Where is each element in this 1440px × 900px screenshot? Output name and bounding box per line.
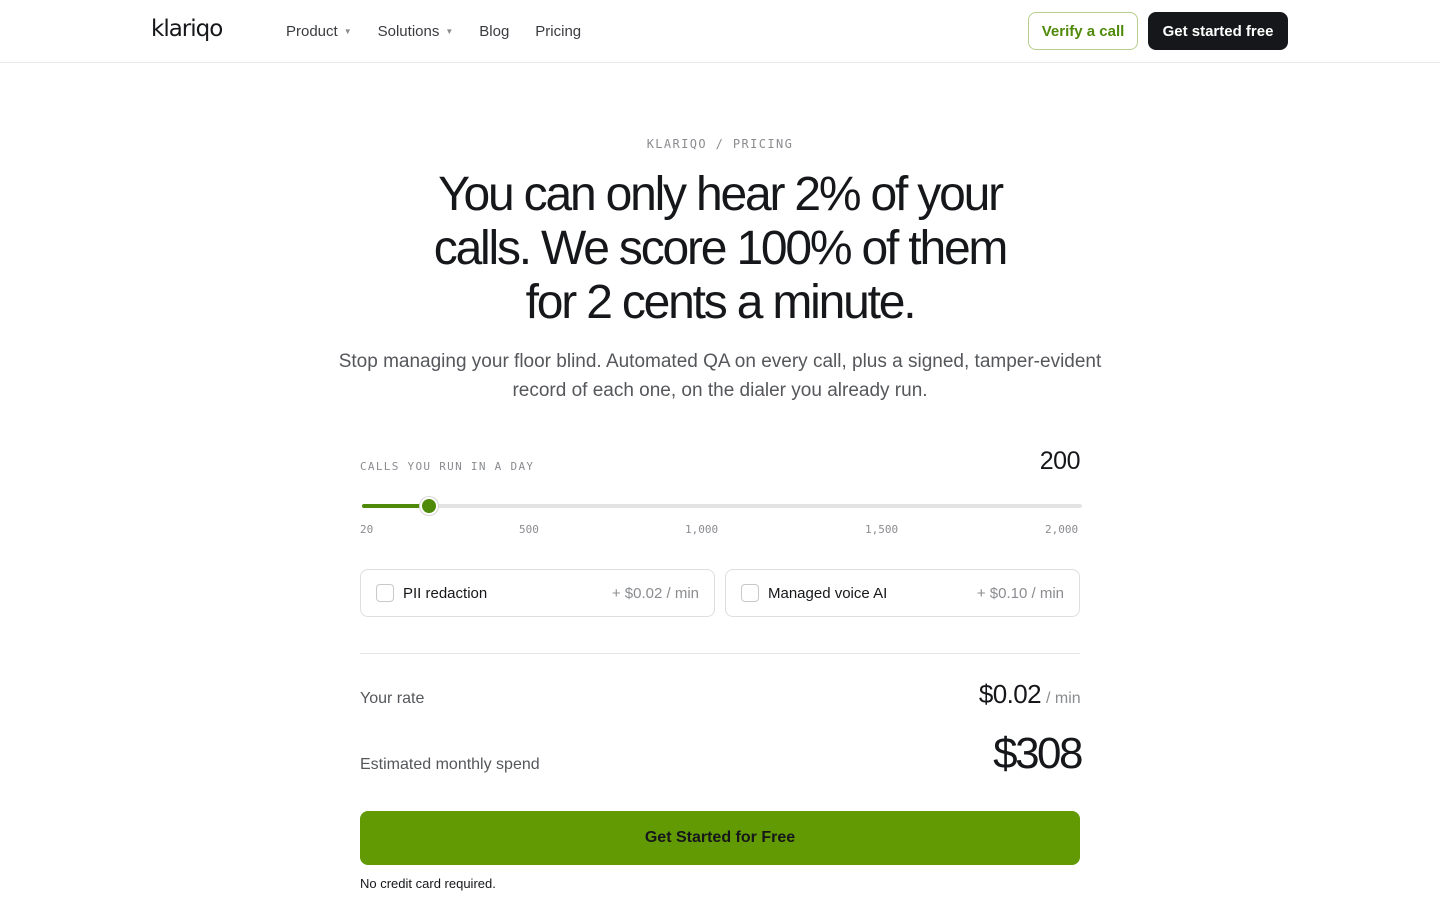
- managed-voice-ai-label: Managed voice AI: [768, 585, 888, 602]
- rate-label: Your rate: [360, 690, 425, 707]
- managed-voice-ai-price: + $0.10 / min: [976, 585, 1064, 602]
- chevron-down-icon: ▼: [343, 26, 352, 36]
- slider-tick-1000: 1,000: [685, 523, 719, 536]
- nav-product[interactable]: Product ▼: [286, 21, 352, 41]
- nav-solutions-label: Solutions: [377, 22, 440, 40]
- slider-tick-500: 500: [519, 523, 539, 536]
- main-nav: Product ▼ Solutions ▼ Blog Pricing: [286, 21, 607, 41]
- rate-value: $0.02: [978, 679, 1042, 709]
- managed-voice-ai-option[interactable]: Managed voice AI + $0.10 / min: [725, 569, 1080, 617]
- get-started-for-free-button[interactable]: Get Started for Free: [360, 811, 1080, 865]
- pii-redaction-price: + $0.02 / min: [611, 585, 699, 602]
- divider: [360, 653, 1080, 654]
- nav-solutions[interactable]: Solutions ▼: [378, 21, 454, 41]
- page-subtitle: Stop managing your floor blind. Automate…: [338, 351, 1102, 401]
- page-title: You can only hear 2% of your calls. We s…: [433, 168, 1009, 329]
- calls-slider-fill: [362, 504, 428, 508]
- rate-unit: / min: [1046, 690, 1081, 707]
- calls-per-day-value: 200: [1039, 447, 1081, 475]
- pii-redaction-label: PII redaction: [403, 585, 488, 602]
- pii-redaction-option[interactable]: PII redaction + $0.02 / min: [360, 569, 715, 617]
- chevron-down-icon: ▼: [445, 26, 454, 36]
- get-started-button[interactable]: Get started free: [1148, 12, 1288, 50]
- breadcrumb: KLARIQO / PRICING: [646, 137, 794, 151]
- calls-per-day-label: CALLS YOU RUN IN A DAY: [360, 460, 535, 473]
- klariqo-logo[interactable]: klariqo: [151, 16, 223, 42]
- site-header: klariqo Product ▼ Solutions ▼ Blog Prici…: [0, 0, 1440, 63]
- slider-tick-20: 20: [360, 523, 374, 536]
- verify-call-button[interactable]: Verify a call: [1028, 12, 1138, 50]
- no-credit-card-note: No credit card required.: [360, 876, 496, 891]
- monthly-spend-value: $308: [993, 729, 1083, 778]
- nav-product-label: Product: [286, 22, 338, 40]
- pii-redaction-checkbox[interactable]: [376, 584, 394, 602]
- slider-tick-2000: 2,000: [1045, 523, 1079, 536]
- monthly-spend-label: Estimated monthly spend: [360, 756, 540, 773]
- nav-blog[interactable]: Blog: [479, 21, 509, 41]
- managed-voice-ai-checkbox[interactable]: [741, 584, 759, 602]
- slider-tick-1500: 1,500: [865, 523, 899, 536]
- calls-slider-track[interactable]: [362, 504, 1082, 508]
- nav-pricing-label: Pricing: [535, 22, 582, 40]
- calls-slider-handle[interactable]: [420, 497, 439, 515]
- nav-blog-label: Blog: [479, 22, 510, 40]
- nav-pricing[interactable]: Pricing: [535, 21, 581, 41]
